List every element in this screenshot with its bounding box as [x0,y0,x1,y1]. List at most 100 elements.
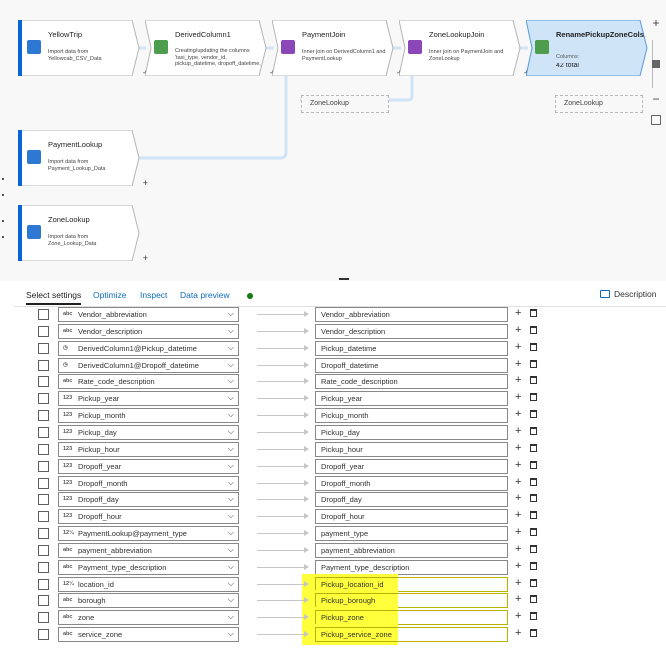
source-column-select[interactable]: 123 Pickup_month ⌵ [58,408,239,424]
row-checkbox[interactable] [38,325,49,337]
target-column-input[interactable]: Pickup_zone [315,610,508,626]
panel-resize-grip[interactable] [339,278,349,280]
add-mapping-icon[interactable]: + [515,391,521,404]
target-column-input[interactable]: payment_abbreviation [315,542,508,558]
delete-icon[interactable] [530,561,537,570]
source-column-select[interactable]: abc service_zone ⌵ [58,627,239,643]
source-column-select[interactable]: abc payment_abbreviation ⌵ [58,542,239,558]
ghost-reference-zonelookup[interactable]: ZoneLookup [301,95,389,113]
source-column-select[interactable]: ◷ DerivedColumn1@Dropoff_datetime ⌵ [58,357,239,373]
delete-icon[interactable] [530,612,537,621]
delete-icon[interactable] [530,511,537,520]
add-mapping-icon[interactable]: + [515,526,521,539]
row-checkbox[interactable] [38,629,49,641]
source-column-select[interactable]: 123 Pickup_year ⌵ [58,391,239,407]
source-column-select[interactable]: 123 Dropoff_year ⌵ [58,458,239,474]
tab-data-preview[interactable]: Data preview [180,290,230,300]
row-checkbox[interactable] [38,342,49,354]
source-column-select[interactable]: 123 Pickup_hour ⌵ [58,441,239,457]
source-column-select[interactable]: abc zone ⌵ [58,610,239,626]
source-column-select[interactable]: 123 Pickup_day ⌵ [58,424,239,440]
row-checkbox[interactable] [38,511,49,523]
add-mapping-icon[interactable]: + [515,341,521,354]
delete-icon[interactable] [530,426,537,435]
zoom-out-button[interactable]: − [646,92,666,106]
row-checkbox[interactable] [38,443,49,455]
row-checkbox[interactable] [38,426,49,438]
add-mapping-icon[interactable]: + [515,324,521,337]
ghost-reference-zonelookup[interactable]: ZoneLookup [555,95,643,113]
delete-icon[interactable] [530,342,537,351]
add-mapping-icon[interactable]: + [515,442,521,455]
delete-icon[interactable] [530,477,537,486]
add-mapping-icon[interactable]: + [515,374,521,387]
source-column-select[interactable]: abc borough ⌵ [58,593,239,609]
zoom-slider-thumb[interactable] [652,60,660,68]
add-mapping-icon[interactable]: + [515,425,521,438]
add-mapping-icon[interactable]: + [515,610,521,623]
add-mapping-icon[interactable]: + [515,509,521,522]
node-yellowtrip[interactable]: YellowTrip Import data from Yellowcab_CS… [18,20,148,78]
target-column-input[interactable]: Pickup_borough [315,593,508,609]
node-derivedcolumn1[interactable]: DerivedColumn1 Creating/updating the col… [145,20,275,78]
target-column-input[interactable]: Pickup_year [315,391,508,407]
source-column-select[interactable]: abc Payment_type_description ⌵ [58,559,239,575]
tab-optimize[interactable]: Optimize [93,290,127,300]
delete-icon[interactable] [530,376,537,385]
source-column-select[interactable]: 12¼ PaymentLookup@payment_type ⌵ [58,526,239,542]
delete-icon[interactable] [530,393,537,402]
source-column-select[interactable]: ◷ DerivedColumn1@Pickup_datetime ⌵ [58,340,239,356]
target-column-input[interactable]: Pickup_month [315,408,508,424]
zoom-in-button[interactable]: + [646,16,666,30]
target-column-input[interactable]: Dropoff_datetime [315,357,508,373]
row-checkbox[interactable] [38,309,49,320]
add-mapping-icon[interactable]: + [515,560,521,573]
add-transform-button[interactable]: + [143,253,148,263]
delete-icon[interactable] [530,528,537,537]
add-transform-button[interactable]: + [143,178,148,188]
target-column-input[interactable]: Dropoff_year [315,458,508,474]
source-column-select[interactable]: 123 Dropoff_month ⌵ [58,475,239,491]
add-mapping-icon[interactable]: + [515,307,521,320]
row-checkbox[interactable] [38,410,49,422]
add-mapping-icon[interactable]: + [515,358,521,371]
node-paymentjoin[interactable]: PaymentJoin Inner join on DerivedColumn1… [272,20,402,78]
row-checkbox[interactable] [38,393,49,405]
add-mapping-icon[interactable]: + [515,492,521,505]
data-flow-canvas[interactable]: YellowTrip Import data from Yellowcab_CS… [0,0,666,281]
row-checkbox[interactable] [38,460,49,472]
target-column-input[interactable]: Payment_type_description [315,559,508,575]
delete-icon[interactable] [530,544,537,553]
description-button[interactable]: Description [600,289,657,299]
add-mapping-icon[interactable]: + [515,627,521,640]
delete-icon[interactable] [530,325,537,334]
source-column-select[interactable]: abc Rate_code_description ⌵ [58,374,239,390]
node-renamepickupzonecols[interactable]: RenamePickupZoneCols Columns: 42 total [526,20,648,76]
source-column-select[interactable]: abc Vendor_description ⌵ [58,323,239,339]
add-mapping-icon[interactable]: + [515,543,521,556]
fit-to-screen-icon[interactable] [651,115,661,125]
tab-select-settings[interactable]: Select settings [26,290,82,305]
source-column-select[interactable]: 12¼ location_id ⌵ [58,576,239,592]
node-zonelookupjoin[interactable]: ZoneLookupJoin Inner join on PaymentJoin… [399,20,529,78]
row-checkbox[interactable] [38,561,49,573]
target-column-input[interactable]: Dropoff_month [315,475,508,491]
row-checkbox[interactable] [38,477,49,489]
add-mapping-icon[interactable]: + [515,577,521,590]
delete-icon[interactable] [530,309,537,317]
add-mapping-icon[interactable]: + [515,593,521,606]
row-checkbox[interactable] [38,494,49,506]
target-column-input[interactable]: Dropoff_day [315,492,508,508]
add-mapping-icon[interactable]: + [515,408,521,421]
add-mapping-icon[interactable]: + [515,476,521,489]
row-checkbox[interactable] [38,376,49,388]
delete-icon[interactable] [530,359,537,368]
source-column-select[interactable]: abc Vendor_abbreviation ⌵ [58,307,239,322]
target-column-input[interactable]: Pickup_location_id [315,576,508,592]
row-checkbox[interactable] [38,595,49,607]
row-checkbox[interactable] [38,528,49,540]
target-column-input[interactable]: Rate_code_description [315,374,508,390]
node-zonelookup[interactable]: ZoneLookup Import data from Zone_Lookup_… [18,205,148,263]
target-column-input[interactable]: Vendor_description [315,323,508,339]
row-checkbox[interactable] [38,359,49,371]
